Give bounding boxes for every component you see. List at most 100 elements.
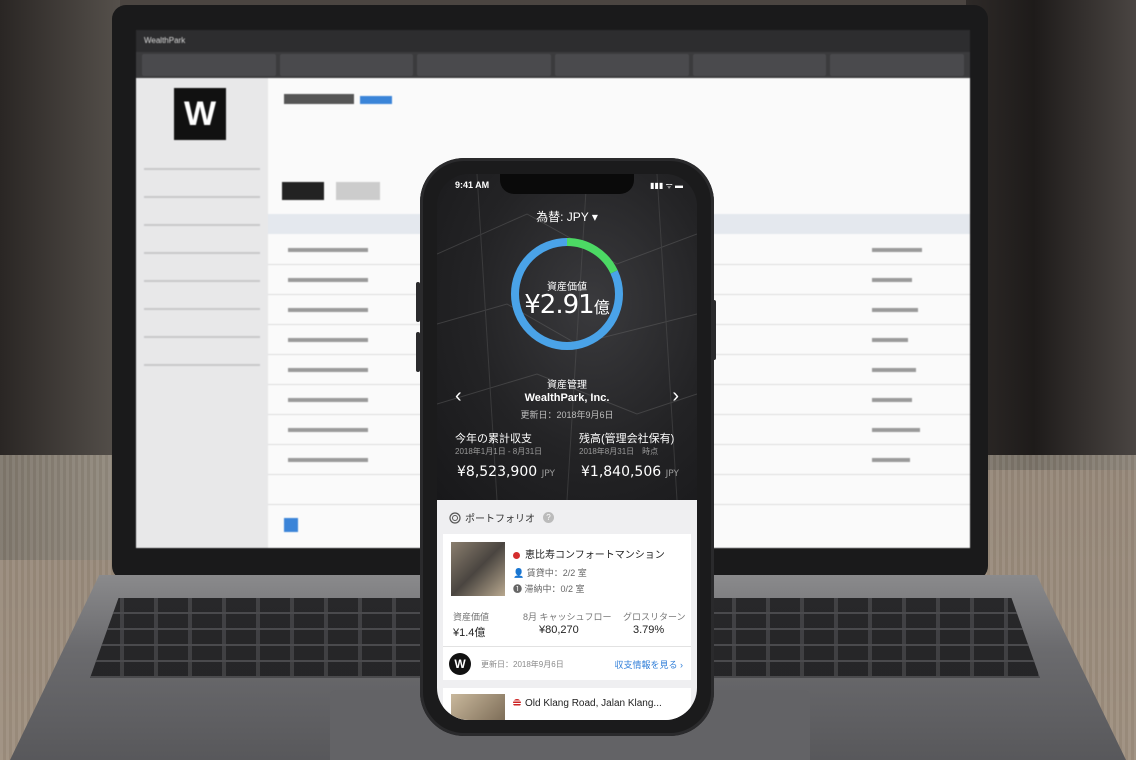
laptop-menu-line xyxy=(144,336,260,338)
portfolio-icon xyxy=(449,511,461,524)
help-icon[interactable]: ? xyxy=(543,512,554,523)
status-time: 9:41 AM xyxy=(455,180,490,190)
laptop-menu-line xyxy=(144,364,260,366)
chevron-right-icon: › xyxy=(680,660,683,670)
laptop-filter-tab xyxy=(417,54,552,76)
laptop-table-cell xyxy=(872,398,912,402)
laptop-table-cell xyxy=(288,308,368,312)
currency-selector[interactable]: 為替: JPY ▾ xyxy=(437,208,697,225)
laptop-filter-tab xyxy=(555,54,689,76)
asset-value-amount: ¥2.91億 xyxy=(437,290,697,320)
phone-power-button xyxy=(712,300,716,360)
arrears-status-text: 滞納中：0/2 室 xyxy=(524,584,585,594)
laptop-title-badge xyxy=(360,96,392,104)
metric-gross-return: 3.79% xyxy=(633,624,665,636)
metric-cashflow-label: 8月 キャッシュフロー xyxy=(523,612,612,622)
ytd-income-currency: JPY xyxy=(541,469,556,479)
property-name: Old Klang Road, Jalan Klang... xyxy=(513,698,662,709)
property-name-text: Old Klang Road, Jalan Klang... xyxy=(525,698,662,709)
laptop-page-title xyxy=(284,94,354,104)
laptop-table-cell xyxy=(872,458,910,462)
laptop-table-cell xyxy=(288,458,368,462)
laptop-menu-line xyxy=(144,308,260,310)
balance-period: 2018年8月31日 時点 xyxy=(579,447,659,456)
laptop-table-cell xyxy=(872,428,920,432)
laptop-table-cell xyxy=(288,398,368,402)
portfolio-header: ポートフォリオ ? xyxy=(449,510,554,525)
portfolio-title: ポートフォリオ xyxy=(465,514,535,525)
phone-display: 9:41 AM ▮▮▮ ᯤ ▬ 為替: JPY ▾ 資産価値 ¥2.91億 ‹ … xyxy=(437,174,697,720)
laptop-menu-line xyxy=(144,252,260,254)
laptop-search-button xyxy=(282,182,324,200)
laptop-table-cell xyxy=(288,278,368,282)
management-updated: 更新日：2018年9月6日 xyxy=(520,410,614,420)
management-label: 資産管理 xyxy=(547,380,587,391)
arrears-icon: ❶ xyxy=(513,584,523,594)
laptop-table-cell xyxy=(288,338,368,342)
laptop-filter-tab xyxy=(692,54,827,76)
balance-currency: JPY xyxy=(665,469,680,479)
metric-cashflow: ¥80,270 xyxy=(539,624,579,636)
ytd-income-value: ¥8,523,900 JPY xyxy=(457,464,555,480)
balance-title: 残高(管理会社保有) xyxy=(579,433,675,445)
rented-status: 👤 賃貸中：2/2 室 xyxy=(513,566,587,579)
property-name-text: 恵比寿コンフォートマンション xyxy=(525,550,665,561)
metric-asset-value-label: 資産価値 xyxy=(453,612,490,622)
arrears-status: ❶ 滞納中：0/2 室 xyxy=(513,582,585,595)
laptop-app-title: WealthPark xyxy=(136,30,970,52)
laptop-table-cell xyxy=(872,338,908,342)
laptop-table-cell xyxy=(288,248,368,252)
balance-amount: ¥1,840,506 xyxy=(581,464,662,480)
laptop-table-cell xyxy=(872,308,918,312)
laptop-table-cell xyxy=(872,278,912,282)
laptop-filter-tab xyxy=(830,54,965,76)
laptop-menu-line xyxy=(144,168,260,170)
property-card[interactable]: 恵比寿コンフォートマンション 👤 賃貸中：2/2 室 ❶ 滞納中：0/2 室 資… xyxy=(443,534,691,680)
laptop-menu-line xyxy=(144,196,260,198)
property-updated: 更新日：2018年9月6日 xyxy=(481,660,564,669)
laptop-table-cell xyxy=(288,368,368,372)
property-photo xyxy=(451,542,505,596)
metric-gross-return-label: グロスリターン xyxy=(623,612,686,622)
ytd-income-amount: ¥8,523,900 xyxy=(457,464,538,480)
asset-value-unit: 億 xyxy=(593,298,610,317)
portfolio-panel: ポートフォリオ ? 恵比寿コンフォートマンション 👤 賃貸中：2/2 室 ❶ 滞… xyxy=(437,500,697,720)
laptop-filter-tab xyxy=(142,54,276,76)
property-name: 恵比寿コンフォートマンション xyxy=(513,546,665,561)
phone-volume-button xyxy=(416,282,420,322)
property-card[interactable]: Old Klang Road, Jalan Klang... xyxy=(443,688,691,720)
caret-down-icon: ▾ xyxy=(591,210,598,224)
photo-scene: WealthPark W 9:41 AM ▮▮▮ ᯤ ▬ 為替: JPY ▾ 資… xyxy=(0,0,1136,760)
ytd-income-period: 2018年1月1日 - 8月31日 xyxy=(455,447,543,456)
laptop-menu-line xyxy=(144,224,260,226)
laptop-sidebar: W xyxy=(136,78,268,548)
person-icon: 👤 xyxy=(513,568,525,578)
laptop-table-cell xyxy=(872,368,916,372)
wealthpark-badge-icon: W xyxy=(449,653,471,675)
background-wall-right xyxy=(966,0,1136,470)
laptop-filter-tab xyxy=(279,54,414,76)
ytd-income-title: 今年の累計収支 xyxy=(455,433,532,445)
japan-flag-icon xyxy=(513,551,520,559)
view-income-link[interactable]: 収支情報を見る › xyxy=(614,658,683,671)
metric-asset-value: ¥1.4億 xyxy=(453,627,486,639)
management-company: WealthPark, Inc. xyxy=(524,392,610,404)
phone-volume-button xyxy=(416,332,420,372)
laptop-menu-line xyxy=(144,280,260,282)
laptop-clear-button xyxy=(336,182,380,200)
balance-value: ¥1,840,506 JPY xyxy=(581,464,679,480)
rented-status-text: 賃貸中：2/2 室 xyxy=(526,568,587,578)
laptop-logo: W xyxy=(174,88,226,140)
view-income-link-text: 収支情報を見る xyxy=(614,660,678,670)
phone-notch xyxy=(500,174,634,194)
laptop-table-cell xyxy=(288,428,368,432)
property-card-footer: W 更新日：2018年9月6日 収支情報を見る › xyxy=(443,646,691,681)
us-flag-icon xyxy=(513,699,521,708)
laptop-add-icon xyxy=(284,518,298,532)
currency-label: 為替: JPY xyxy=(536,210,589,224)
property-photo xyxy=(451,694,505,720)
laptop-table-cell xyxy=(872,248,922,252)
status-icons: ▮▮▮ ᯤ ▬ xyxy=(650,181,683,190)
asset-value-number: ¥2.91 xyxy=(524,290,594,320)
laptop-filter-bar xyxy=(136,52,970,78)
